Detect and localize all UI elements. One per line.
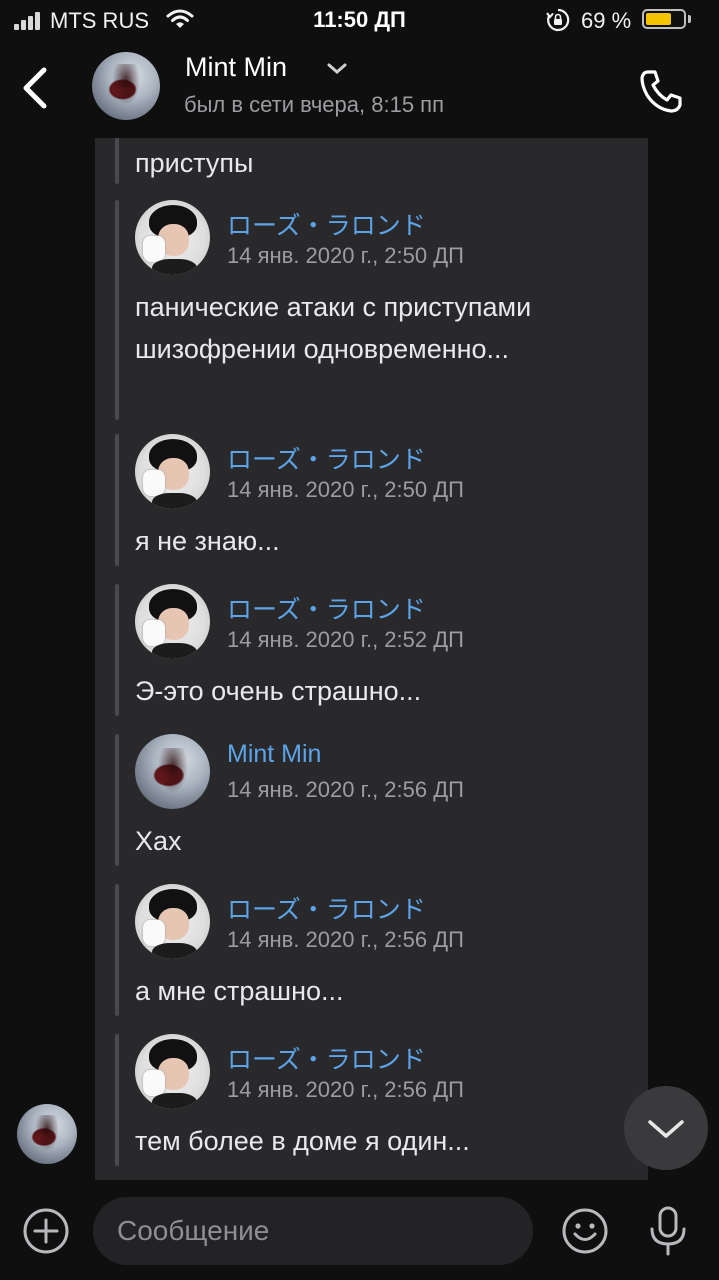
quote-bar bbox=[115, 884, 119, 1016]
author-name[interactable]: Mint Min bbox=[227, 740, 321, 769]
avatar[interactable] bbox=[135, 434, 210, 509]
chevron-down-icon bbox=[648, 1120, 684, 1138]
author-name[interactable]: ローズ・ラロンド bbox=[227, 440, 426, 476]
status-bar: MTS RUS 11:50 ДП 69 % bbox=[0, 0, 719, 40]
back-chevron-icon[interactable] bbox=[14, 62, 58, 114]
message-text: Э-это очень страшно... bbox=[135, 676, 422, 706]
forwarded-message-partial: приступы bbox=[115, 138, 648, 184]
author-name[interactable]: ローズ・ラロンド bbox=[227, 206, 426, 242]
quote-bar bbox=[115, 1034, 119, 1166]
forwarded-message: ローズ・ラロンド 14 янв. 2020 г., 2:50 ДП паниче… bbox=[115, 200, 648, 420]
contact-name[interactable]: Mint Min bbox=[185, 52, 287, 83]
sender-avatar[interactable] bbox=[17, 1104, 77, 1164]
forwarded-message: ローズ・ラロンド 14 янв. 2020 г., 2:56 ДП тем бо… bbox=[115, 1034, 648, 1166]
chevron-down-icon[interactable] bbox=[326, 62, 348, 76]
avatar[interactable] bbox=[92, 52, 160, 120]
scroll-to-bottom-button[interactable] bbox=[624, 1086, 708, 1170]
message-text: а мне страшно... bbox=[135, 976, 344, 1006]
chat-header: Mint Min был в сети вчера, 8:15 пп bbox=[0, 40, 719, 140]
message-input[interactable]: Сообщение bbox=[93, 1197, 533, 1265]
message-date: 14 янв. 2020 г., 2:56 ДП bbox=[227, 1077, 464, 1102]
phone-icon[interactable] bbox=[636, 66, 688, 116]
quote-bar bbox=[115, 584, 119, 716]
message-date: 14 янв. 2020 г., 2:50 ДП bbox=[227, 243, 464, 268]
author-name[interactable]: ローズ・ラロンド bbox=[227, 590, 426, 626]
message-date: 14 янв. 2020 г., 2:52 ДП bbox=[227, 627, 464, 652]
message-date: 14 янв. 2020 г., 2:56 ДП bbox=[227, 777, 464, 802]
composer-bar: Сообщение bbox=[0, 1185, 719, 1280]
forwarded-messages[interactable]: приступы ローズ・ラロンド 14 янв. 2020 г., 2:50 … bbox=[95, 138, 648, 1180]
message-placeholder: Сообщение bbox=[117, 1215, 270, 1246]
microphone-icon[interactable] bbox=[646, 1205, 690, 1257]
avatar[interactable] bbox=[135, 584, 210, 659]
avatar[interactable] bbox=[135, 884, 210, 959]
author-name[interactable]: ローズ・ラロンド bbox=[227, 890, 426, 926]
avatar[interactable] bbox=[135, 200, 210, 275]
forwarded-message: ローズ・ラロンド 14 янв. 2020 г., 2:50 ДП я не з… bbox=[115, 434, 648, 566]
forwarded-message: ローズ・ラロンド 14 янв. 2020 г., 2:56 ДП а мне … bbox=[115, 884, 648, 1016]
message-text: приступы bbox=[135, 148, 254, 178]
quote-bar bbox=[115, 734, 119, 866]
message-text: Хах bbox=[135, 826, 182, 856]
quote-bar bbox=[115, 434, 119, 566]
battery-nub bbox=[688, 15, 691, 23]
avatar[interactable] bbox=[135, 1034, 210, 1109]
forwarded-message: ローズ・ラロンド 14 янв. 2020 г., 2:52 ДП Э-это … bbox=[115, 584, 648, 716]
author-name[interactable]: ローズ・ラロンド bbox=[227, 1040, 426, 1076]
battery-level-fill bbox=[646, 13, 671, 25]
message-date: 14 янв. 2020 г., 2:56 ДП bbox=[227, 927, 464, 952]
last-seen-status: был в сети вчера, 8:15 пп bbox=[184, 92, 444, 117]
message-text: я не знаю... bbox=[135, 526, 280, 556]
smiley-icon[interactable] bbox=[561, 1207, 609, 1255]
quote-bar bbox=[115, 138, 119, 184]
battery-icon bbox=[642, 9, 686, 29]
rotation-lock-icon bbox=[546, 8, 570, 32]
quote-bar bbox=[115, 200, 119, 420]
forwarded-message: Mint Min 14 янв. 2020 г., 2:56 ДП Хах bbox=[115, 734, 648, 866]
plus-circle-icon[interactable] bbox=[22, 1207, 70, 1255]
message-text: тем более в доме я один... bbox=[135, 1126, 470, 1156]
message-date: 14 янв. 2020 г., 2:50 ДП bbox=[227, 477, 464, 502]
avatar[interactable] bbox=[135, 734, 210, 809]
message-text: панические атаки с приступами шизофрении… bbox=[135, 292, 532, 364]
battery-percent: 69 % bbox=[581, 8, 632, 33]
